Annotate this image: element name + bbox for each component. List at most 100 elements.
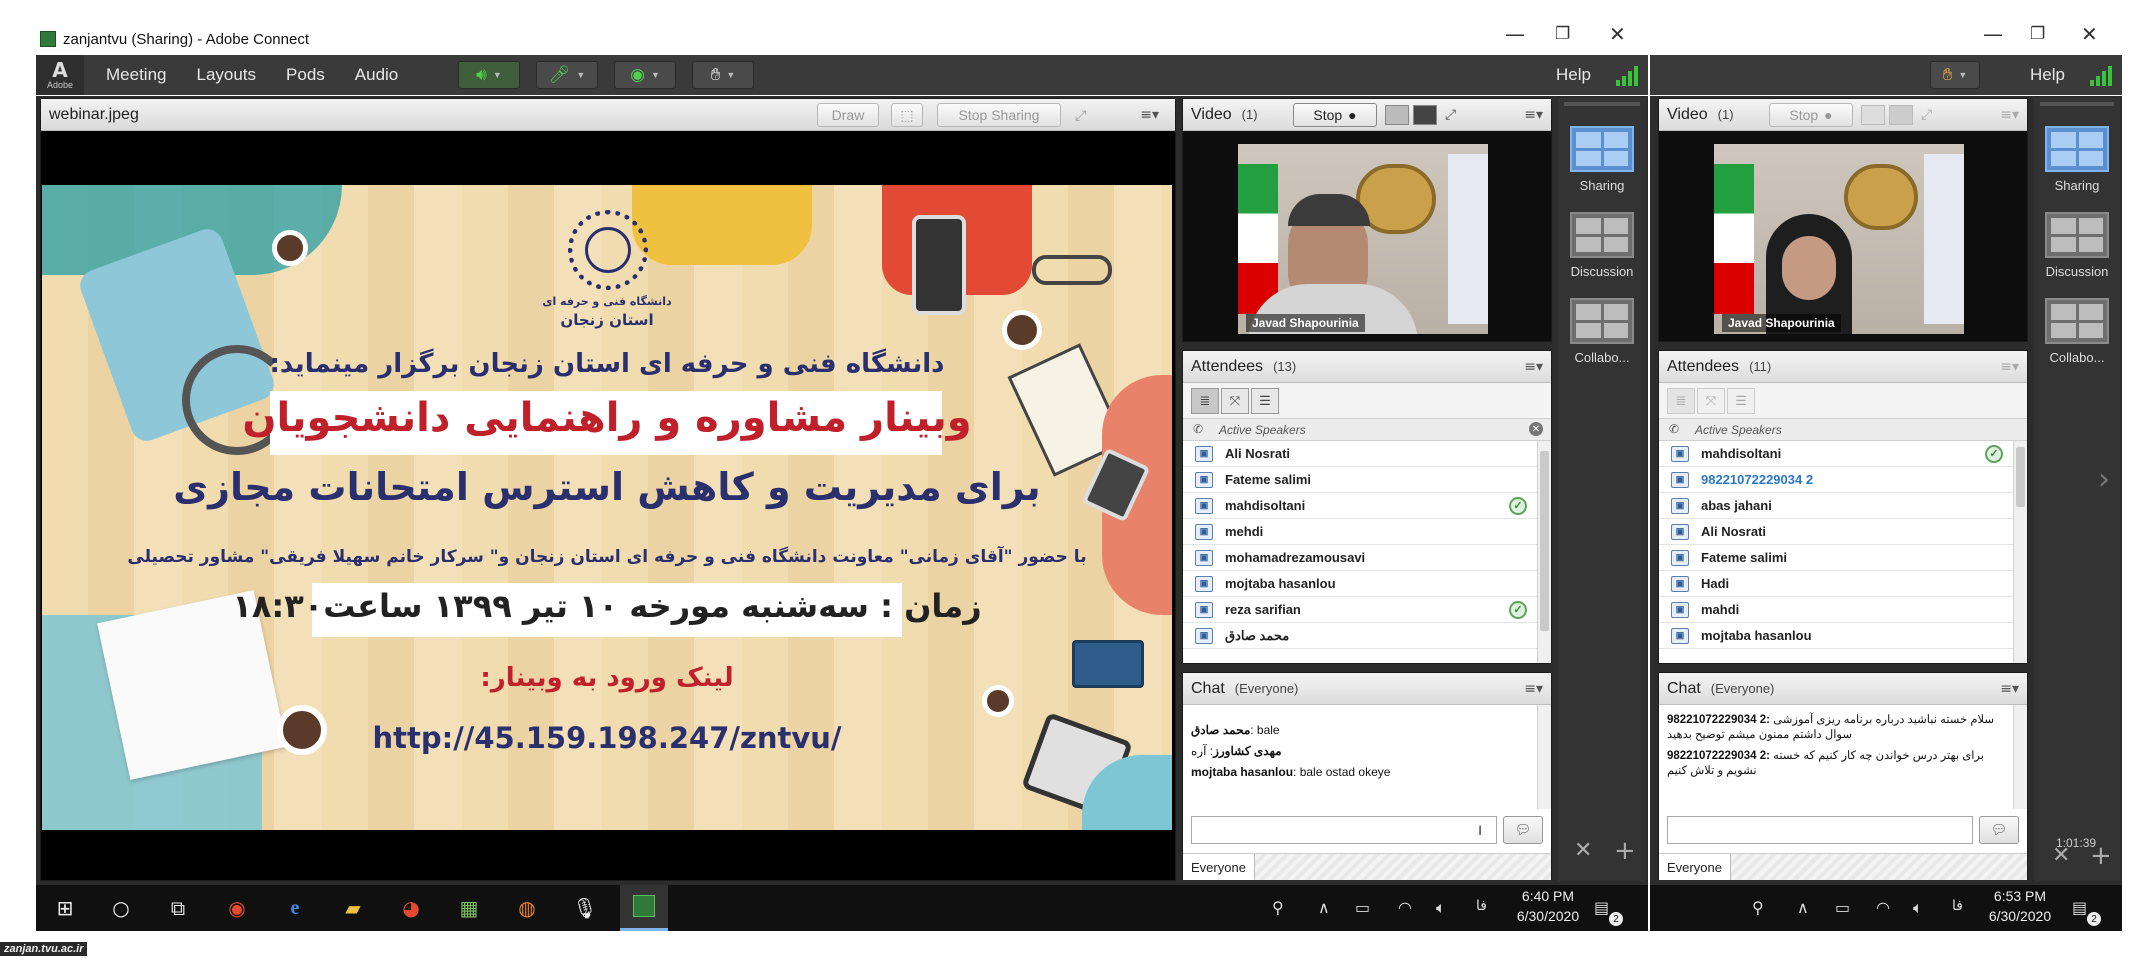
right-taskbar-clock[interactable]: 6:53 PM 6/30/2020 [1980,886,2060,926]
layout-sharing[interactable]: Sharing [1562,126,1642,193]
language-indicator[interactable]: فا [1952,898,1963,914]
list-item[interactable]: ▣ abas jahani [1659,493,2027,519]
webcam-button[interactable]: ◉ ▼ [614,61,676,89]
notifications-icon[interactable]: ▤ [2072,898,2087,917]
list-item[interactable]: ▣ mojtaba hasanlou [1183,571,1551,597]
list-item[interactable]: ▣ reza sarifian ✓ [1183,597,1551,623]
chevron-up-icon[interactable]: ∧ [1318,898,1330,917]
chat-scrollbar[interactable] [2013,705,2027,809]
left-chat-input[interactable]: I [1191,816,1497,844]
list-view-icon[interactable]: ≣ [1667,387,1695,414]
right-chat-recipient-tab[interactable]: Everyone [1659,854,1731,880]
list-item[interactable]: ▣ محمد صادق [1183,623,1551,649]
file-explorer-icon[interactable]: ▰ [338,893,368,923]
menu-meeting[interactable]: Meeting [106,65,166,85]
pointer-button[interactable]: ⬚ [891,103,923,127]
chrome-browser-icon[interactable]: ◕ [396,893,426,923]
layout-sharing[interactable]: Sharing [2037,126,2117,193]
notifications-icon[interactable]: ▤ [1594,898,1609,917]
attendee-scrollbar[interactable] [2013,441,2027,663]
fullscreen-icon[interactable]: ⤢ [1445,106,1456,123]
speaker-volume-button[interactable]: 🔊︎ ▼ [458,61,520,89]
list-item[interactable]: ▣ mahdisoltani ✓ [1183,493,1551,519]
fullscreen-icon[interactable]: ⤢ [1921,106,1932,123]
left-chat-send-button[interactable]: 💬︎ [1503,816,1543,844]
windows-start-icon[interactable]: ⊞ [50,893,80,923]
add-layout-icon[interactable]: + [1614,836,1636,866]
people-icon[interactable]: ⚲ [1752,898,1764,917]
adobe-connect-taskbar-item[interactable] [620,885,668,931]
grid-layout-icon[interactable] [1861,105,1885,125]
chevron-up-icon[interactable]: ∧ [1797,898,1809,917]
pod-options-icon[interactable]: ≡▾ [2000,681,2019,697]
layout-collaboration[interactable]: Collabo... [1562,298,1642,365]
right-restore-button[interactable]: ❐ [2030,24,2045,44]
right-chat-send-button[interactable]: 💬︎ [1979,816,2019,844]
left-video-stop-button[interactable]: Stop ● [1293,103,1377,127]
chat-scrollbar[interactable] [1537,705,1551,809]
pod-options-icon[interactable]: ≡▾ [1524,107,1543,123]
menu-layouts[interactable]: Layouts [196,65,256,85]
list-item[interactable]: ▣ mohamadrezamousavi [1183,545,1551,571]
add-layout-icon[interactable]: + [2090,841,2112,871]
language-indicator[interactable]: فا [1476,898,1487,914]
restore-button[interactable]: ❐ [1555,24,1570,44]
left-taskbar-clock[interactable]: 6:40 PM 6/30/2020 [1508,886,1588,926]
voice-app-icon[interactable]: 🎙︎ [570,893,600,923]
raise-hand-button[interactable]: ✋︎ ▼ [692,61,754,89]
pod-options-icon[interactable]: ≡▾ [2000,359,2019,375]
battery-icon[interactable]: ▭ [1355,898,1370,917]
minimize-button[interactable]: — [1505,24,1525,44]
people-icon[interactable]: ⚲ [1272,898,1284,917]
right-minimize-button[interactable]: — [1983,24,2003,44]
volume-icon[interactable]: 🔈︎ [1436,898,1446,918]
list-item[interactable]: ▣ mojtaba hasanlou [1659,623,2027,649]
fullscreen-icon[interactable]: ⤢ [1075,107,1086,124]
wifi-icon[interactable]: ◠ [1398,898,1412,917]
role-view-icon[interactable]: ☰ [1251,387,1279,414]
right-help-menu[interactable]: Help [2030,65,2065,85]
firefox-browser-icon[interactable]: ◍ [512,893,542,923]
pod-options-icon[interactable]: ≡▾ [1140,107,1159,123]
network-app-icon[interactable]: ▦ [454,893,484,923]
breakout-view-icon[interactable]: ⤧ [1697,387,1725,414]
close-icon[interactable]: ✕ [1574,838,1592,863]
microphone-button[interactable]: 🎤︎ ▼ [536,61,598,89]
wifi-icon[interactable]: ◠ [1876,898,1890,917]
battery-icon[interactable]: ▭ [1835,898,1850,917]
attendee-scrollbar[interactable] [1537,441,1551,663]
list-item[interactable]: ▣ Ali Nosrati [1183,441,1551,467]
list-item[interactable]: ▣ Fateme salimi [1659,545,2027,571]
pod-options-icon[interactable]: ≡▾ [2000,107,2019,123]
pod-options-icon[interactable]: ≡▾ [1524,681,1543,697]
pod-options-icon[interactable]: ≡▾ [1524,359,1543,375]
filmstrip-layout-icon[interactable] [1413,105,1437,125]
menu-pods[interactable]: Pods [286,65,325,85]
search-icon[interactable]: ○ [106,893,136,923]
list-item[interactable]: ▣ 98221072229034 2 [1659,467,2027,493]
edge-browser-icon[interactable]: e [280,893,310,923]
close-icon[interactable]: ✕ [2052,843,2070,868]
breakout-view-icon[interactable]: ⤧ [1221,387,1249,414]
list-view-icon[interactable]: ≣ [1191,387,1219,414]
right-raise-hand-button[interactable]: ✋︎ ▼ [1930,61,1980,89]
draw-button[interactable]: Draw [817,103,879,127]
layout-discussion[interactable]: Discussion [2037,212,2117,279]
list-item[interactable]: ▣ mahdi [1659,597,2027,623]
right-chat-input[interactable] [1667,816,1973,844]
layout-discussion[interactable]: Discussion [1562,212,1642,279]
close-icon[interactable]: ✕ [1529,422,1543,436]
stop-sharing-button[interactable]: Stop Sharing [937,103,1061,127]
close-button[interactable]: ✕ [1609,24,1626,44]
list-item[interactable]: ▣ Fateme salimi [1183,467,1551,493]
chevron-right-icon[interactable]: › [2098,462,2110,497]
left-chat-recipient-tab[interactable]: Everyone [1183,854,1255,880]
list-item[interactable]: ▣ mahdisoltani ✓ [1659,441,2027,467]
right-close-button[interactable]: ✕ [2081,24,2098,44]
right-video-stop-button[interactable]: Stop ● [1769,103,1853,127]
list-item[interactable]: ▣ mehdi [1183,519,1551,545]
grid-layout-icon[interactable] [1385,105,1409,125]
menu-audio[interactable]: Audio [355,65,398,85]
volume-icon[interactable]: 🔈︎ [1913,898,1923,918]
layout-collaboration[interactable]: Collabo... [2037,298,2117,365]
